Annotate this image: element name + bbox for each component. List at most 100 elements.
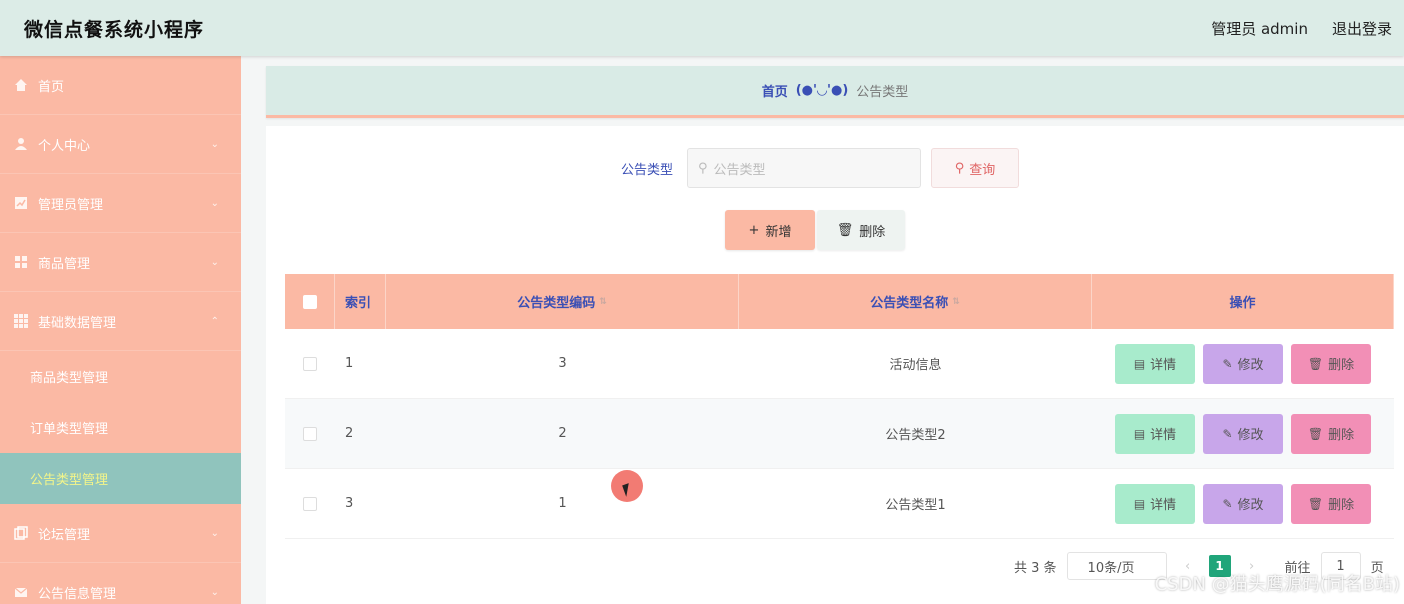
logout-link[interactable]: 退出登录 [1332,18,1392,39]
sort-icon[interactable]: ⇅ [599,297,607,307]
breadcrumb-current: 公告类型 [856,85,909,100]
sidebar-item-home[interactable]: 首页 [0,56,241,115]
plus-icon: + [748,222,760,238]
edit-label: 修改 [1237,358,1264,373]
pencil-icon: ✎ [1222,426,1233,441]
sidebar-item-goods[interactable]: 商品管理 ⌄ [0,233,241,292]
delete-label: 删除 [1328,498,1355,513]
detail-label: 详情 [1150,498,1177,513]
search-input[interactable]: ⚲ 公告类型 [687,148,921,188]
chevron-down-icon: ⌄ [210,256,219,268]
sidebar-subitem-notice-type[interactable]: 公告类型管理 [0,453,241,504]
table-row: 3 1 公告类型1 ▤ 详情 ✎ 修改 🗑 删除 [285,469,1394,539]
search-icon: ⚲ [698,160,708,176]
sort-icon[interactable]: ⇅ [952,297,960,307]
add-button[interactable]: + 新增 [725,210,815,250]
row-checkbox[interactable] [303,496,317,511]
delete-label: 删除 [1328,358,1355,373]
select-all-checkbox[interactable] [302,294,317,309]
sidebar-item-label: 基础数据管理 [38,315,117,331]
delete-button[interactable]: 🗑 删除 [1291,483,1371,524]
row-checkbox-cell [285,356,335,371]
chevron-up-icon: ⌃ [210,315,219,327]
query-button[interactable]: ⚲ 查询 [931,148,1019,188]
search-row: 公告类型 ⚲ 公告类型 ⚲ 查询 [266,148,1404,188]
content-panel: 公告类型 ⚲ 公告类型 ⚲ 查询 + 新增 🗑 删除 索引 公告类型编码 ⇅ 公… [266,126,1404,604]
document-icon: ▤ [1133,426,1146,441]
sidebar-item-label: 首页 [38,79,65,95]
header-code-label: 公告类型编码 [517,296,596,311]
header-actions: 管理员 admin 退出登录 [1211,18,1392,39]
sidebar-item-label: 论坛管理 [38,527,91,543]
sidebar-item-notice-info[interactable]: 公告信息管理 ⌄ [0,563,241,604]
row-name: 活动信息 [889,358,942,373]
edit-label: 修改 [1237,428,1264,443]
header-name-label: 公告类型名称 [870,296,949,311]
user-icon [14,137,28,151]
chevron-down-icon: ⌄ [210,197,219,209]
copy-icon [14,526,28,540]
select-all-cell [285,274,335,329]
row-code: 3 [558,356,567,371]
detail-button[interactable]: ▤ 详情 [1115,413,1195,454]
row-index: 3 [345,496,354,511]
row-checkbox-cell [285,496,335,511]
pencil-icon: ✎ [1222,496,1233,511]
breadcrumb-home[interactable]: 首页 [762,81,788,100]
edit-button[interactable]: ✎ 修改 [1203,343,1283,384]
header-name[interactable]: 公告类型名称 ⇅ [739,274,1092,329]
row-checkbox[interactable] [303,426,317,441]
home-icon [14,78,28,92]
edit-label: 修改 [1237,498,1264,513]
search-icon: ⚲ [954,160,965,176]
edit-button[interactable]: ✎ 修改 [1203,413,1283,454]
sidebar-item-profile[interactable]: 个人中心 ⌄ [0,115,241,174]
row-name: 公告类型2 [885,428,946,443]
chevron-down-icon: ⌄ [210,527,219,539]
sidebar-item-label: 管理员管理 [38,197,104,213]
table-header: 索引 公告类型编码 ⇅ 公告类型名称 ⇅ 操作 [285,274,1394,329]
main-content: 首页 (●'◡'●) 公告类型 公告类型 ⚲ 公告类型 ⚲ 查询 + 新增 🗑 … [266,66,1404,604]
document-icon: ▤ [1133,356,1146,371]
row-actions: ▤ 详情 ✎ 修改 🗑 删除 [1092,413,1394,454]
sidebar-item-label: 商品管理 [38,256,91,272]
detail-button[interactable]: ▤ 详情 [1115,483,1195,524]
detail-button[interactable]: ▤ 详情 [1115,343,1195,384]
batch-delete-label: 删除 [859,224,886,240]
delete-label: 删除 [1328,428,1355,443]
header-code[interactable]: 公告类型编码 ⇅ [386,274,739,329]
sidebar-subitem-goods-type[interactable]: 商品类型管理 [0,351,241,402]
sidebar-item-basic-data[interactable]: 基础数据管理 ⌃ [0,292,241,351]
page-size-select[interactable]: 10条/页 [1066,552,1167,580]
search-placeholder: 公告类型 [713,162,766,178]
delete-button[interactable]: 🗑 删除 [1291,343,1371,384]
row-code: 1 [558,496,567,511]
trash-icon: 🗑 [1307,356,1324,371]
chevron-down-icon: ⌄ [210,586,219,598]
edit-button[interactable]: ✎ 修改 [1203,483,1283,524]
chart-icon [14,196,28,210]
detail-label: 详情 [1150,358,1177,373]
batch-delete-button[interactable]: 🗑 删除 [817,210,905,250]
top-header: 微信点餐系统小程序 管理员 admin 退出登录 [0,0,1404,56]
delete-button[interactable]: 🗑 删除 [1291,413,1371,454]
row-checkbox-cell [285,426,335,441]
row-actions: ▤ 详情 ✎ 修改 🗑 删除 [1092,343,1394,384]
total-count: 共 3 条 [1014,560,1057,576]
trash-icon: 🗑 [836,222,854,238]
search-label: 公告类型 [620,162,673,178]
document-icon: ▤ [1133,496,1146,511]
breadcrumb-separator: (●'◡'●) [795,83,849,98]
header-ops: 操作 [1092,274,1394,329]
row-index: 1 [345,356,354,371]
grid-icon [14,255,28,269]
table-row: 2 2 公告类型2 ▤ 详情 ✎ 修改 🗑 删除 [285,399,1394,469]
sidebar-item-forum[interactable]: 论坛管理 ⌄ [0,504,241,563]
sidebar-item-admin[interactable]: 管理员管理 ⌄ [0,174,241,233]
current-user[interactable]: 管理员 admin [1211,18,1308,39]
pencil-icon: ✎ [1222,356,1233,371]
row-checkbox[interactable] [303,356,317,371]
sidebar-subitem-order-type[interactable]: 订单类型管理 [0,402,241,453]
trash-icon: 🗑 [1307,426,1324,441]
sidebar: 首页 个人中心 ⌄ 管理员管理 ⌄ 商品管理 ⌄ 基础数据管理 ⌃ 商品类型管理… [0,56,241,604]
